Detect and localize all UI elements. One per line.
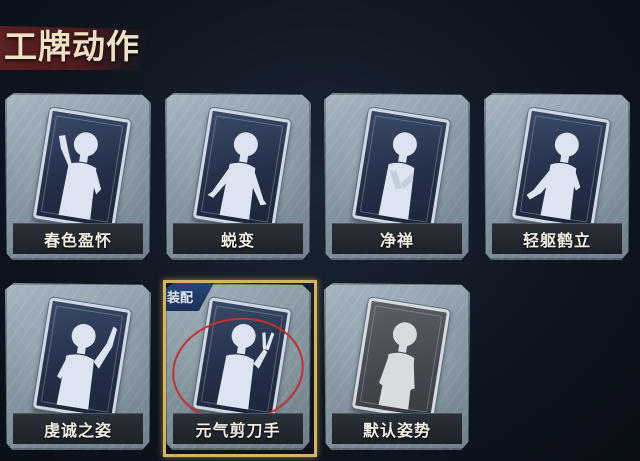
pose-card-0[interactable]: 春色盈怀 xyxy=(5,93,151,260)
pose-label-bar: 轻躯鹤立 xyxy=(492,223,622,254)
pose-portrait xyxy=(192,107,292,231)
pose-portrait xyxy=(351,297,451,421)
pose-card-4[interactable]: 虔诚之姿 xyxy=(5,283,151,450)
pose-label: 轻躯鹤立 xyxy=(522,231,591,250)
silhouette-hand-up-icon xyxy=(58,132,102,220)
silhouette-hand-up-right-icon xyxy=(56,323,118,410)
pose-portrait xyxy=(32,297,132,421)
pose-label: 元气剪刀手 xyxy=(195,421,281,440)
pose-label-bar: 春色盈怀 xyxy=(13,223,143,254)
pose-portrait xyxy=(351,107,451,231)
section-title-banner: 工牌动作 xyxy=(0,14,160,76)
pose-label: 默认姿势 xyxy=(362,421,431,440)
equipped-badge-label: 装配 xyxy=(167,290,194,306)
pose-label: 净禅 xyxy=(379,231,414,250)
pose-portrait xyxy=(511,107,611,231)
silhouette-arms-out-icon xyxy=(207,132,267,220)
pose-card-5[interactable]: 装配 元气剪刀手 xyxy=(165,283,311,450)
pose-label-bar: 蜕变 xyxy=(173,223,303,254)
silhouette-default-icon xyxy=(378,322,417,410)
pose-label-bar: 默认姿势 xyxy=(332,413,462,444)
pose-card-6[interactable]: 默认姿势 xyxy=(324,283,470,450)
pose-card-2[interactable]: 净禅 xyxy=(324,93,470,260)
pose-label: 虔诚之姿 xyxy=(43,421,112,440)
pose-label: 春色盈怀 xyxy=(43,231,112,250)
pose-card-3[interactable]: 轻躯鹤立 xyxy=(484,93,630,260)
pose-label-bar: 净禅 xyxy=(332,223,462,254)
pose-label-bar: 虔诚之姿 xyxy=(13,413,143,444)
pose-label: 蜕变 xyxy=(220,231,255,250)
pose-card-1[interactable]: 蜕变 xyxy=(165,93,311,260)
silhouette-arm-raised-icon xyxy=(526,132,581,221)
page-title: 工牌动作 xyxy=(4,27,140,66)
pose-portrait xyxy=(32,107,132,231)
pose-label-bar: 元气剪刀手 xyxy=(173,413,303,444)
silhouette-hands-center-icon xyxy=(378,132,417,220)
